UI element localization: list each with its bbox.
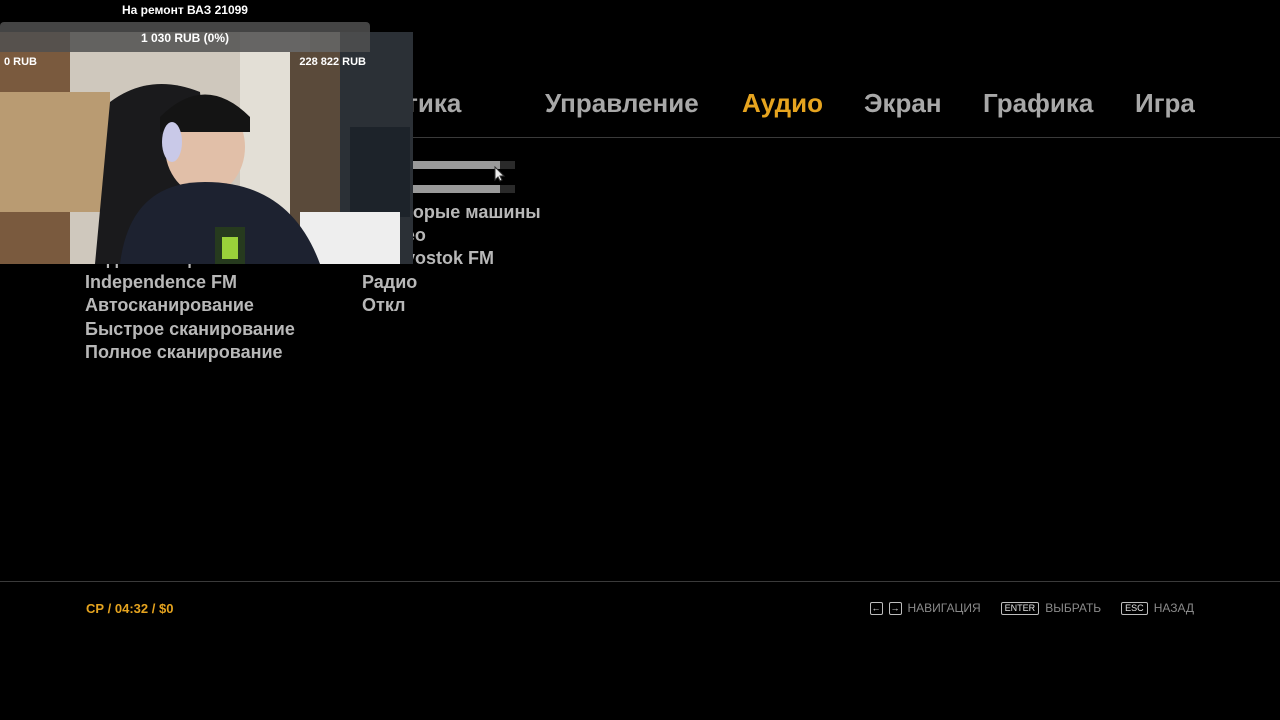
hint-select: ВЫБРАТЬ <box>1045 601 1102 615</box>
enter-key-icon: ENTER <box>1000 601 1040 615</box>
tab-controls[interactable]: Управление <box>545 88 699 119</box>
hint-back: НАЗАД <box>1153 601 1194 615</box>
donation-min: 0 RUB <box>4 56 38 68</box>
donation-amount: 1 030 RUB (0%) <box>140 31 230 45</box>
setting-label-independence-fm[interactable]: Independence FM <box>85 272 237 293</box>
setting-quick-scan[interactable]: Быстрое сканирование <box>85 319 295 340</box>
tab-graphics[interactable]: Графика <box>983 88 1093 119</box>
tab-game[interactable]: Игра <box>1135 88 1195 119</box>
donation-goal-widget: На ремонт ВАЗ 21099 1 030 RUB (0%) 0 RUB… <box>0 0 370 68</box>
game-status: СР / 04:32 / $0 <box>86 601 174 616</box>
arrow-right-icon: → <box>888 601 902 615</box>
tab-audio[interactable]: Аудио <box>742 88 823 119</box>
esc-key-icon: ESC <box>1121 601 1148 615</box>
footer-divider <box>0 581 1280 582</box>
setting-full-scan[interactable]: Полное сканирование <box>85 342 283 363</box>
setting-value-independence-fm[interactable]: Радио <box>362 272 417 293</box>
setting-label-autoscan[interactable]: Автосканирование <box>85 295 254 316</box>
hint-navigation: НАВИГАЦИЯ <box>907 601 981 615</box>
tab-display[interactable]: Экран <box>864 88 942 119</box>
control-hints: ← → НАВИГАЦИЯ ENTER ВЫБРАТЬ ESC НАЗАД <box>869 601 1194 615</box>
mouse-cursor-icon <box>494 165 506 187</box>
donation-title: На ремонт ВАЗ 21099 <box>122 3 248 17</box>
donation-max: 228 822 RUB <box>299 56 366 68</box>
setting-value-autoscan[interactable]: Откл <box>362 295 405 316</box>
arrow-left-icon: ← <box>869 601 883 615</box>
